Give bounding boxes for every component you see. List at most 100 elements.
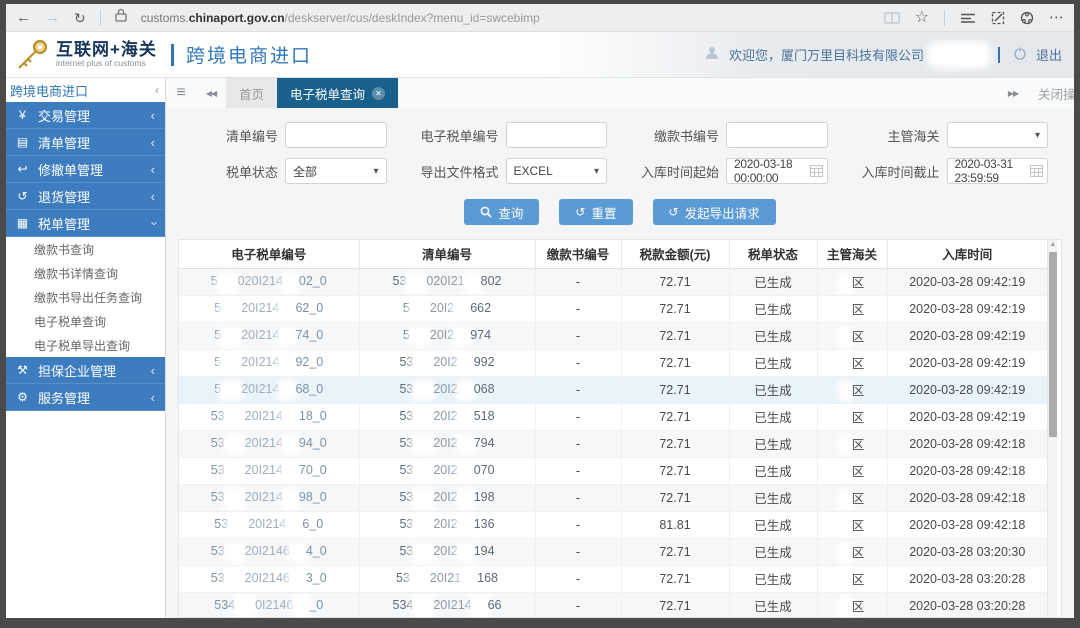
field-customs: 主管海关 ▾ [854, 122, 1049, 148]
sidebar-item-service[interactable]: ⚙服务管理‹ [6, 384, 165, 411]
sidebar-item-list[interactable]: ▤清单管理‹ [6, 129, 165, 156]
cell-customs: 区 [817, 538, 887, 565]
column-header: 入库时间 [887, 240, 1047, 268]
cell-customs: 区 [817, 268, 887, 295]
cell-etax-no: 520I21462_0 [179, 295, 359, 322]
time-end-input[interactable]: 2020-03-31 23:59:59 [947, 158, 1049, 184]
list-no-label: 清单编号 [192, 126, 278, 145]
table-row[interactable]: 5320I21418_05320I2518-72.71已生成区2020-03-2… [179, 403, 1047, 430]
table-row[interactable]: 5320I2146_05320I2136-81.81已生成区2020-03-28… [179, 511, 1047, 538]
cell-list-no: 5320I2992 [359, 349, 535, 376]
document-icon: ▤ [15, 135, 30, 149]
table-row[interactable]: 5020I21402_053020I21802-72.71已生成区2020-03… [179, 268, 1047, 295]
tab-bar: ≡ ◀◀ 首页 电子税单查询 ✕ ▶▶ 关闭操作 [166, 78, 1074, 108]
cell-etax-no: 5320I21463_0 [179, 565, 359, 592]
cell-etax-no: 5320I21464_0 [179, 538, 359, 565]
customs-key-logo-icon [14, 37, 52, 73]
more-options-icon[interactable]: ⋯ [1049, 10, 1064, 25]
table-row[interactable]: 520I21462_0520I2662-72.71已生成区2020-03-28 … [179, 295, 1047, 322]
tab-home[interactable]: 首页 [226, 78, 277, 108]
browser-forward-icon[interactable]: → [45, 10, 60, 25]
reset-button[interactable]: ↺ 重置 [559, 199, 632, 225]
reading-view-icon[interactable] [884, 12, 900, 24]
tab-etax-query[interactable]: 电子税单查询 ✕ [277, 78, 398, 108]
cell-pay-no: - [535, 592, 621, 618]
browser-back-icon[interactable]: ← [16, 10, 31, 25]
cell-customs: 区 [817, 592, 887, 618]
field-pay-no: 缴款书编号 [633, 122, 828, 148]
hub-icon[interactable] [960, 12, 976, 24]
customs-select[interactable]: ▾ [947, 122, 1049, 148]
return-icon: ↺ [15, 189, 30, 203]
pay-no-input[interactable] [734, 128, 820, 142]
menu-hamburger-icon[interactable]: ≡ [166, 78, 196, 108]
gear-icon: ⚙ [15, 390, 30, 404]
close-tab-icon[interactable]: ✕ [372, 87, 385, 100]
cell-pay-no: - [535, 322, 621, 349]
browser-refresh-icon[interactable]: ↻ [74, 11, 86, 25]
table-row[interactable]: 5340I2146_053420I21466-72.71已生成区2020-03-… [179, 592, 1047, 618]
favorites-star-icon[interactable]: ☆ [915, 10, 929, 26]
sidebar-item-label: 退货管理 [38, 187, 90, 206]
url-host: chinaport.gov.cn [189, 11, 285, 25]
cell-amount: 72.71 [621, 430, 729, 457]
cell-status: 已生成 [729, 268, 817, 295]
list-no-input[interactable] [293, 128, 379, 142]
sidebar-subitem-etax-query[interactable]: 电子税单查询 [6, 309, 165, 333]
close-operations-button[interactable]: 关闭操作 [1038, 84, 1074, 103]
table-row[interactable]: 520I21474_0520I2974-72.71已生成区2020-03-28 … [179, 322, 1047, 349]
address-bar[interactable]: customs.chinaport.gov.cn/deskserver/cus/… [141, 11, 870, 25]
sidebar-subitem-pay-detail-query[interactable]: 缴款书详情查询 [6, 261, 165, 285]
toolbar-divider [100, 10, 101, 26]
table-row[interactable]: 5320I21463_05320I21168-72.71已生成区2020-03-… [179, 565, 1047, 592]
sidebar-item-amend[interactable]: ↩修撤单管理‹ [6, 156, 165, 183]
scrollbar-up-icon[interactable]: ▲ [1048, 241, 1058, 248]
sidebar-item-trade[interactable]: ¥交易管理‹ [6, 102, 165, 129]
column-header: 税单状态 [729, 240, 817, 268]
sidebar-item-guarantee[interactable]: ⚒担保企业管理‹ [6, 357, 165, 384]
sidebar-item-tax[interactable]: ▦税单管理‹ [6, 210, 165, 237]
format-select[interactable]: EXCEL▾ [506, 158, 608, 184]
sidebar-subitem-pay-query[interactable]: 缴款书查询 [6, 237, 165, 261]
table-row[interactable]: 520I21468_05320I2068-72.71已生成区2020-03-28… [179, 376, 1047, 403]
sidebar-subitem-etax-export-query[interactable]: 电子税单导出查询 [6, 333, 165, 357]
calendar-icon[interactable] [1030, 164, 1043, 180]
scroll-tabs-left-icon[interactable]: ◀◀ [196, 78, 226, 108]
cell-status: 已生成 [729, 376, 817, 403]
column-header: 电子税单编号 [179, 240, 359, 268]
results-table-container: 电子税单编号清单编号缴款书编号税款金额(元)税单状态主管海关入库时间 5020I… [178, 239, 1062, 618]
time-start-input[interactable]: 2020-03-18 00:00:00 [726, 158, 828, 184]
scroll-tabs-right-icon[interactable]: ▶▶ [998, 89, 1028, 98]
status-select[interactable]: 全部▾ [285, 158, 387, 184]
query-button[interactable]: 查询 [464, 199, 539, 225]
table-row[interactable]: 5320I21470_05320I2070-72.71已生成区2020-03-2… [179, 457, 1047, 484]
share-icon[interactable] [1020, 11, 1034, 25]
cell-customs: 区 [817, 403, 887, 430]
sidebar-item-label: 服务管理 [38, 388, 90, 407]
redacted-text [933, 47, 985, 63]
table-row[interactable]: 5320I21494_05320I2794-72.71已生成区2020-03-2… [179, 430, 1047, 457]
sidebar-collapse-icon[interactable]: ‹ [155, 83, 159, 97]
logout-button[interactable]: 退出 [1036, 45, 1062, 64]
cell-list-no: 53020I21802 [359, 268, 535, 295]
cell-etax-no: 5320I21498_0 [179, 484, 359, 511]
scrollbar-thumb[interactable] [1049, 252, 1057, 437]
table-row[interactable]: 5320I21498_05320I2198-72.71已生成区2020-03-2… [179, 484, 1047, 511]
cell-list-no: 5320I2194 [359, 538, 535, 565]
time-start-label: 入库时间起始 [633, 162, 719, 181]
table-row[interactable]: 5320I21464_05320I2194-72.71已生成区2020-03-2… [179, 538, 1047, 565]
table-scrollbar[interactable]: ▲ [1047, 240, 1057, 617]
sidebar-item-return[interactable]: ↺退货管理‹ [6, 183, 165, 210]
sidebar-subitem-pay-export-task-query[interactable]: 缴款书导出任务查询 [6, 285, 165, 309]
cell-etax-no: 5320I21418_0 [179, 403, 359, 430]
calendar-icon[interactable] [810, 164, 823, 180]
etax-no-input[interactable] [514, 128, 600, 142]
cell-pay-no: - [535, 457, 621, 484]
table-row[interactable]: 520I21492_05320I2992-72.71已生成区2020-03-28… [179, 349, 1047, 376]
cell-amount: 72.71 [621, 268, 729, 295]
cell-customs: 区 [817, 511, 887, 538]
web-note-icon[interactable] [991, 11, 1005, 25]
cell-list-no: 5320I2198 [359, 484, 535, 511]
power-icon [1013, 46, 1027, 63]
export-request-button[interactable]: ↺ 发起导出请求 [653, 199, 776, 225]
